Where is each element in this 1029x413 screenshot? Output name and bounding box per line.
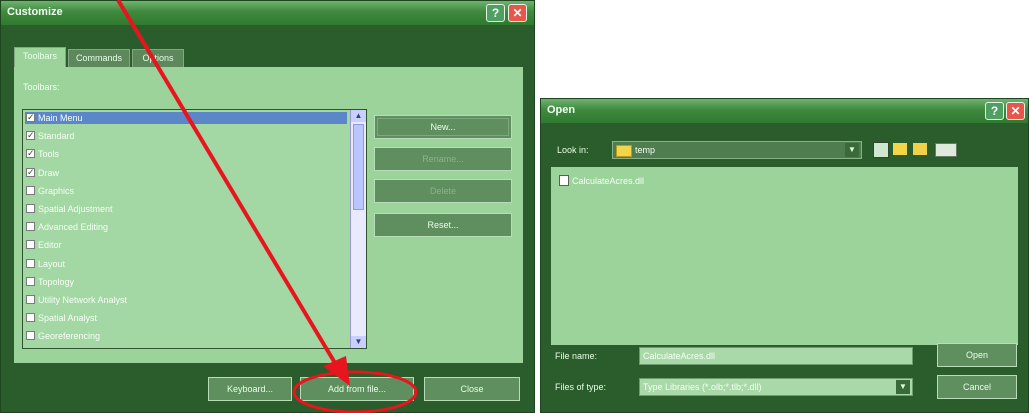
toolbar-item-label: Tools [38,149,60,160]
file-name-label: File name: [555,351,598,361]
toolbars-scrollbar[interactable]: ▲ ▼ [350,110,366,348]
files-of-type-label: Files of type: [555,382,607,392]
customize-dialog: Customize ? ✕ Toolbars Commands Options … [0,0,535,413]
toolbar-item-label: Main Menu [38,113,83,123]
close-button[interactable]: Close [424,377,520,401]
toolbar-list-item[interactable]: Layout [25,258,347,270]
tab-options[interactable]: Options [132,49,184,67]
toolbar-list-item[interactable]: Graphics [25,185,347,197]
toolbar-checkbox[interactable] [26,240,35,250]
scroll-up-arrow[interactable]: ▲ [351,110,366,122]
open-button-label: Open [965,350,989,360]
delete-button-label: Delete [429,186,456,196]
rename-button-label: Rename... [422,154,464,164]
files-of-type-arrow[interactable]: ▼ [896,380,910,394]
open-help-button[interactable]: ? [985,102,1004,120]
keyboard-button[interactable]: Keyboard... [208,377,292,401]
open-button[interactable]: Open [937,343,1017,367]
tab-toolbars[interactable]: Toolbars [14,47,66,67]
new-button[interactable]: New... [374,115,512,139]
toolbar-checkbox[interactable] [26,258,35,268]
reset-button-label: Reset... [427,220,459,230]
add-from-file-button[interactable]: Add from file... [300,377,414,401]
toolbars-label: Toolbars: [23,82,60,92]
cancel-button-label: Cancel [962,382,991,392]
toolbar-checkbox[interactable] [26,222,35,232]
toolbar-checkbox[interactable] [26,111,35,123]
toolbar-item-label: Advanced Editing [38,222,109,233]
look-in-dropdown[interactable]: temp ▼ [612,141,862,159]
reset-button[interactable]: Reset... [374,213,512,237]
toolbar-list-item[interactable]: Topology [25,276,347,288]
toolbar-checkbox[interactable] [26,313,35,323]
toolbar-item-label: Spatial Adjustment [38,204,113,214]
customize-title: Customize [7,6,63,18]
look-in-value: temp [635,145,656,155]
toolbar-checkbox[interactable] [26,295,35,304]
scroll-thumb[interactable] [353,124,364,210]
toolbar-list-item[interactable]: Draw [25,166,347,179]
tab-strip: Toolbars Commands Options [14,47,214,69]
toolbar-list-item[interactable]: Spatial Analyst [25,312,347,324]
folder-icon [616,144,632,157]
toolbar-checkbox[interactable] [26,331,35,341]
back-icon[interactable] [873,142,889,158]
toolbar-item-label: Utility Network Analyst [38,295,128,305]
toolbar-item-label: Standard [38,131,75,142]
toolbar-checkbox[interactable] [26,166,35,178]
close-window-button[interactable]: ✕ [508,4,527,22]
toolbar-list-item[interactable]: Standard [25,129,347,142]
dll-file-icon [559,175,569,186]
view-menu-icon[interactable] [935,143,957,157]
new-folder-icon[interactable] [913,143,927,155]
toolbar-item-label: Editor [38,240,62,251]
toolbar-checkbox[interactable] [26,129,35,141]
file-list[interactable]: CalculateAcres.dll [551,167,1018,345]
file-name: CalculateAcres.dll [572,176,645,186]
toolbar-checkbox[interactable] [26,276,35,286]
toolbars-list[interactable]: Main Menu Standard Tools Draw Graphics Spatia… [22,109,367,349]
help-button[interactable]: ? [486,4,505,22]
look-in-dropdown-arrow[interactable]: ▼ [845,143,859,157]
toolbar-checkbox[interactable] [26,185,35,195]
toolbar-item-label: Draw [38,167,60,178]
rename-button[interactable]: Rename... [374,147,512,171]
toolbar-list-item[interactable]: Advanced Editing [25,221,347,233]
keyboard-button-label: Keyboard... [226,384,274,394]
open-close-window-button[interactable]: ✕ [1006,102,1025,120]
open-title: Open [547,104,576,116]
tab-commands[interactable]: Commands [68,49,130,67]
toolbar-list-item[interactable]: Editor [25,239,347,251]
delete-button[interactable]: Delete [374,179,512,203]
file-name-input[interactable]: CalculateAcres.dll [639,347,913,365]
close-button-label: Close [460,384,484,394]
look-in-label: Look in: [557,145,589,155]
toolbar-list-item[interactable]: Tools [25,147,347,160]
toolbar-item-label: Spatial Analyst [38,313,98,324]
toolbars-tab-panel: Toolbars: Main Menu Standard Tools Draw Grap… [14,67,523,363]
toolbar-list-item[interactable]: Spatial Adjustment [25,203,347,215]
open-titlebar[interactable]: Open ? ✕ [541,99,1028,123]
toolbar-list-item[interactable]: Main Menu [25,111,347,124]
file-name-input-value: CalculateAcres.dll [643,351,716,361]
open-dialog: Open ? ✕ Look in: temp ▼ CalculateAcres.… [540,98,1029,413]
scroll-down-arrow[interactable]: ▼ [351,336,366,348]
customize-titlebar[interactable]: Customize ? ✕ [1,1,534,25]
toolbar-checkbox[interactable] [26,204,35,213]
add-from-file-button-label: Add from file... [327,384,387,394]
toolbar-item-label: Georeferencing [38,331,101,342]
cancel-button[interactable]: Cancel [937,375,1017,399]
toolbar-checkbox[interactable] [26,147,35,159]
up-folder-icon[interactable] [893,143,907,155]
toolbar-item-label: Graphics [38,185,75,196]
toolbar-list-item[interactable]: Utility Network Analyst [25,294,347,306]
toolbar-item-label: Layout [38,258,66,269]
toolbar-item-label: Topology [38,276,75,287]
files-of-type-value: Type Libraries (*.olb;*.tlb;*.dll) [643,382,762,392]
files-of-type-dropdown[interactable]: Type Libraries (*.olb;*.tlb;*.dll) ▼ [639,378,913,396]
toolbar-list-item[interactable]: Georeferencing [25,330,347,342]
